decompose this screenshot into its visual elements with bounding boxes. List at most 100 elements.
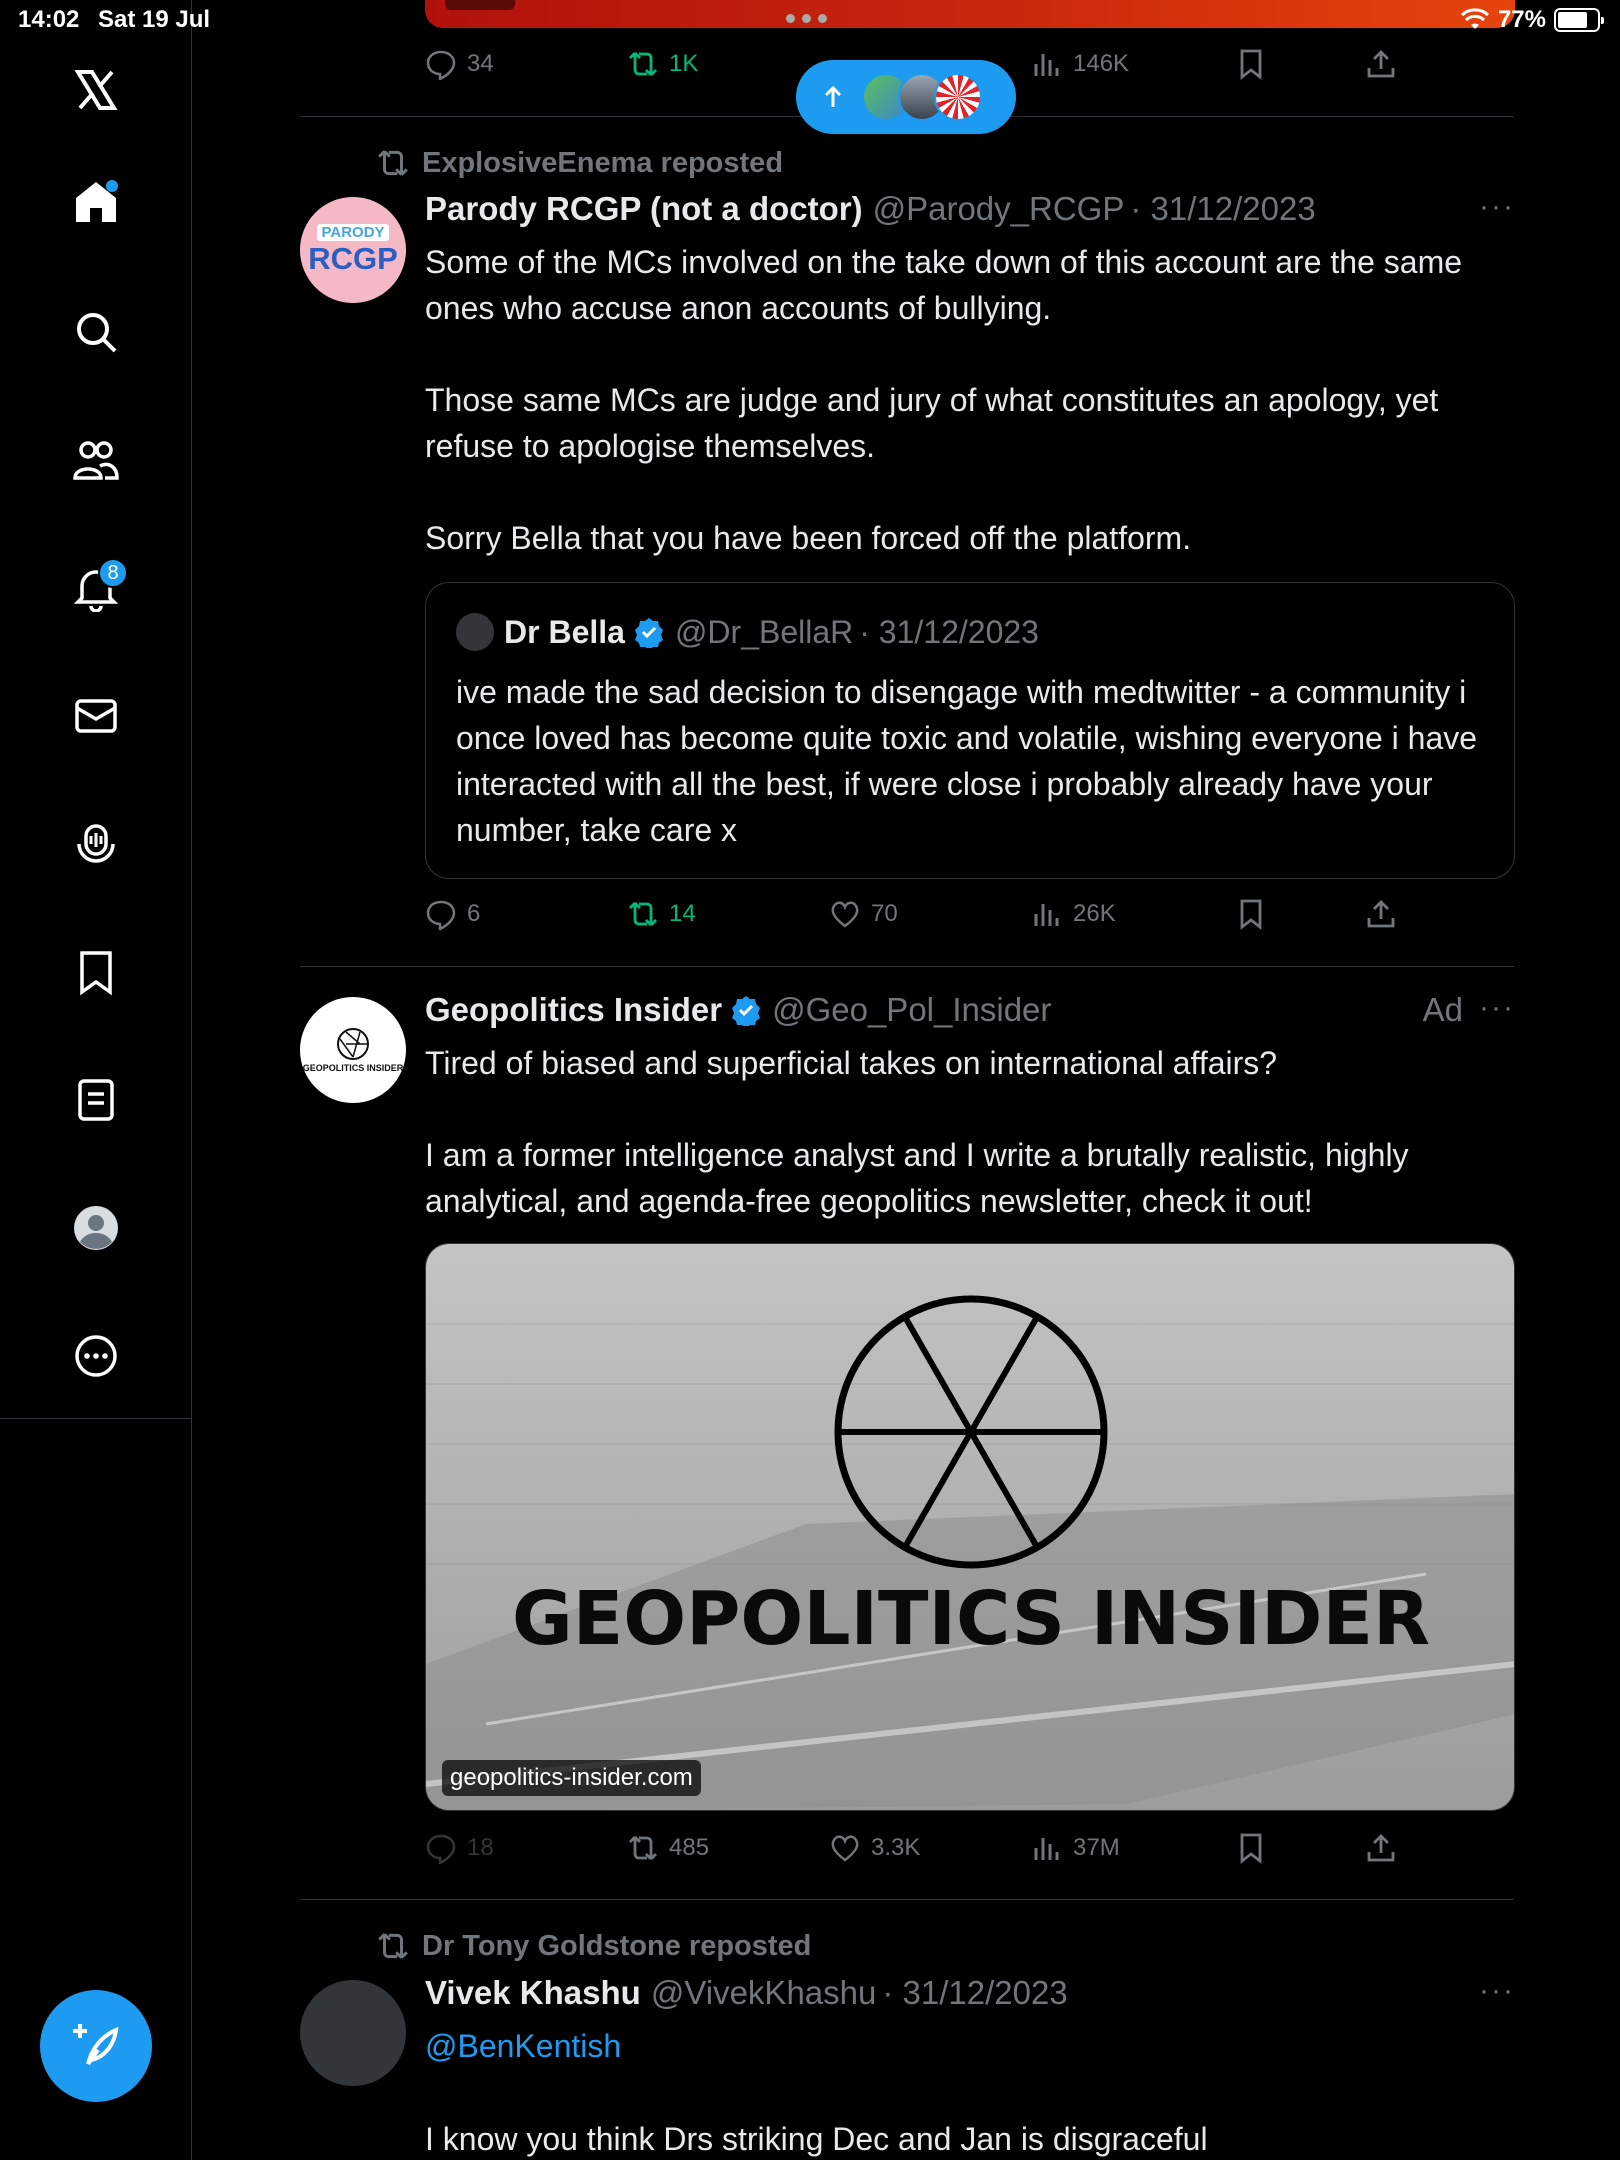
author-handle[interactable]: @VivekKhashu [651,1974,877,2012]
repost-button[interactable]: 14 [627,898,696,930]
repost-icon [378,150,408,176]
tweet-date[interactable]: · 31/12/2023 [882,1974,1067,2012]
sidebar-divider [0,1418,192,1419]
quoted-avatar [456,613,494,651]
bookmark-icon [80,951,112,996]
verified-badge-icon [732,996,761,1026]
reply-icon [426,50,456,80]
verified-badge-icon [634,618,663,648]
status-bar: 14:02 Sat 19 Jul 77% [0,0,1620,40]
views-count: 146K [1073,50,1130,77]
tweet-date[interactable]: · 31/12/2023 [1130,190,1315,228]
repost-context-text: ExplosiveEnema reposted [422,146,784,179]
more-options-icon[interactable]: ··· [1479,1974,1515,2008]
new-post-avatar [934,73,982,121]
views-count: 37M [1073,1834,1120,1861]
share-icon [1367,50,1395,78]
repost-icon [378,1933,408,1959]
mention-link[interactable]: @BenKentish [425,2028,621,2064]
author-name[interactable]: Vivek Khashu [425,1974,641,2012]
microphone-icon [77,824,115,863]
media-title: GEOPOLITICS INSIDER [512,1576,1430,1662]
bookmark-button[interactable] [1235,1832,1267,1864]
repost-context: ExplosiveEnema reposted [376,146,783,180]
tweet-separator [300,1899,1514,1900]
media-domain[interactable]: geopolitics-insider.com [442,1760,701,1796]
aperture-logo-icon [337,1028,369,1060]
reply-count: 34 [467,50,494,77]
multitasking-dots-icon[interactable] [786,14,827,23]
views-button[interactable]: 37M [1031,1832,1120,1864]
repost-context-text: Dr Tony Goldstone reposted [422,1929,812,1962]
repost-icon [629,52,657,76]
home-unread-dot [106,180,118,192]
tweet-text: Tired of biased and superficial takes on… [425,1045,1409,1219]
reply-button[interactable]: 6 [425,898,480,930]
share-button[interactable] [1365,898,1397,930]
share-icon [1367,1834,1395,1862]
repost-count: 1K [669,50,699,77]
repost-button[interactable]: 485 [627,1832,709,1864]
battery-icon [1554,8,1604,32]
author-handle[interactable]: @Geo_Pol_Insider [772,991,1051,1029]
share-button[interactable] [1365,48,1397,80]
sidebar-item-search[interactable] [66,302,126,362]
author-handle[interactable]: @Parody_RCGP [873,190,1125,228]
repost-button[interactable]: 1K [627,48,698,80]
sidebar-item-profile[interactable] [66,1198,126,1258]
status-date: Sat 19 Jul [98,6,211,33]
views-icon [1034,904,1059,926]
quoted-tweet-text: ive made the sad decision to disengage w… [456,674,1478,848]
like-button[interactable]: 70 [829,898,898,930]
quoted-author-name: Dr Bella [504,613,625,650]
bookmark-icon [1240,899,1262,930]
bookmark-icon [1240,1833,1262,1864]
avatar[interactable]: GEOPOLITICS INSIDER [300,997,406,1103]
like-count: 3.3K [871,1834,921,1861]
author-name[interactable]: Geopolitics Insider [425,991,722,1029]
bookmark-button[interactable] [1235,898,1267,930]
reply-button[interactable]: 34 [425,48,494,80]
repost-icon [629,902,657,926]
ad-media-image[interactable]: GEOPOLITICS INSIDER geopolitics-insider.… [425,1243,1515,1811]
compose-feather-icon [73,2024,119,2066]
avatar-rcgp-label: RCGP [308,240,398,276]
sidebar: 8 [0,0,192,2160]
compose-button[interactable] [40,1990,152,2102]
like-count: 70 [871,900,898,927]
avatar[interactable] [300,1980,406,2086]
sidebar-item-home[interactable] [66,172,126,232]
like-button[interactable]: 3.3K [829,1832,920,1864]
repost-icon [629,1836,657,1860]
quoted-tweet[interactable]: Dr Bella @Dr_BellaR · 31/12/2023 ive mad… [425,582,1515,879]
quoted-tweet-header: Dr Bella @Dr_BellaR · 31/12/2023 [456,613,1039,651]
avatar[interactable]: PARODY RCGP [300,197,406,303]
views-button[interactable]: 146K [1031,48,1129,80]
mail-icon [75,699,117,733]
repost-count: 14 [669,900,696,927]
bookmark-button[interactable] [1235,48,1267,80]
repost-count: 485 [669,1834,710,1861]
new-posts-pill[interactable] [796,60,1016,134]
share-button[interactable] [1365,1832,1397,1864]
more-icon [75,1335,117,1377]
x-logo-icon[interactable] [66,60,126,120]
reply-count: 6 [467,900,481,927]
sidebar-item-more[interactable] [66,1326,126,1386]
tweet-header: Geopolitics Insider @Geo_Pol_Insider Ad … [425,991,1515,1029]
sidebar-item-spaces[interactable] [66,814,126,874]
tweet-actions: 6 14 70 26K [425,898,1515,938]
more-options-icon[interactable]: ··· [1479,991,1515,1025]
views-button[interactable]: 26K [1031,898,1116,930]
sidebar-item-lists[interactable] [66,1070,126,1130]
tweet-text: Some of the MCs involved on the take dow… [425,244,1463,556]
more-options-icon[interactable]: ··· [1479,190,1515,224]
tweet-actions: 18 485 3.3K 37M [425,1832,1515,1872]
reply-button[interactable]: 18 [425,1832,494,1864]
sidebar-item-communities[interactable] [66,430,126,490]
sidebar-item-messages[interactable] [66,686,126,746]
sidebar-item-bookmarks[interactable] [66,942,126,1002]
sidebar-item-notifications[interactable]: 8 [66,558,128,618]
author-name[interactable]: Parody RCGP (not a doctor) [425,190,863,228]
profile-icon [74,1206,118,1250]
